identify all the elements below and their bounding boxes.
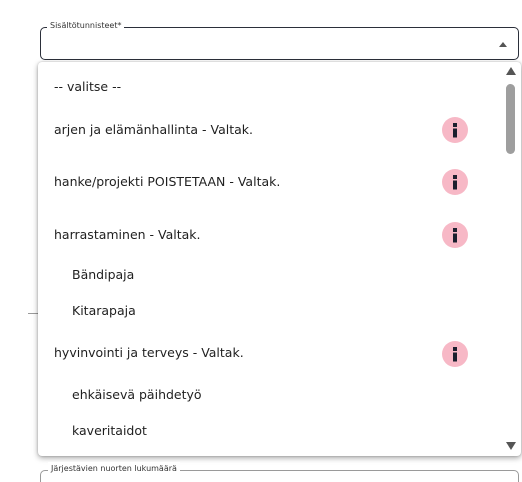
dropdown-scrollbar[interactable] <box>501 62 521 456</box>
option-ehkaiseva-paihdetyo[interactable]: ehkäisevä päihdetyö <box>72 386 501 404</box>
info-icon[interactable] <box>442 117 468 143</box>
option-kitarapaja[interactable]: Kitarapaja <box>72 302 501 320</box>
option-arjen-ja-elamanhallinta[interactable]: arjen ja elämänhallinta - Valtak. <box>54 121 501 139</box>
option-harrastaminen[interactable]: harrastaminen - Valtak. <box>54 226 501 244</box>
info-icon[interactable] <box>442 169 468 195</box>
content-tags-dropdown: -- valitse -- arjen ja elämänhallinta - … <box>38 62 521 456</box>
youth-count-label: Järjestävien nuorten lukumäärä <box>48 462 180 476</box>
option-kaveritaidot[interactable]: kaveritaidot <box>72 422 501 440</box>
background-divider <box>28 313 38 314</box>
form-page: Sisältötunnisteet* -- valitse -- arjen j… <box>0 0 522 482</box>
option-hyvinvointi-ja-terveys[interactable]: hyvinvointi ja terveys - Valtak. <box>54 344 501 362</box>
info-icon[interactable] <box>442 222 468 248</box>
option-placeholder[interactable]: -- valitse -- <box>54 78 501 96</box>
scroll-down-arrow-icon[interactable] <box>506 442 516 450</box>
scrollbar-thumb[interactable] <box>506 84 515 154</box>
caret-up-icon[interactable] <box>499 42 507 47</box>
option-hanke-projekti[interactable]: hanke/projekti POISTETAAN - Valtak. <box>54 173 501 191</box>
option-bandipaja[interactable]: Bändipaja <box>72 266 501 284</box>
info-icon[interactable] <box>442 341 468 367</box>
scroll-up-arrow-icon[interactable] <box>506 67 516 75</box>
option-list: -- valitse -- arjen ja elämänhallinta - … <box>38 62 501 456</box>
content-tags-label: Sisältötunnisteet* <box>47 19 125 33</box>
